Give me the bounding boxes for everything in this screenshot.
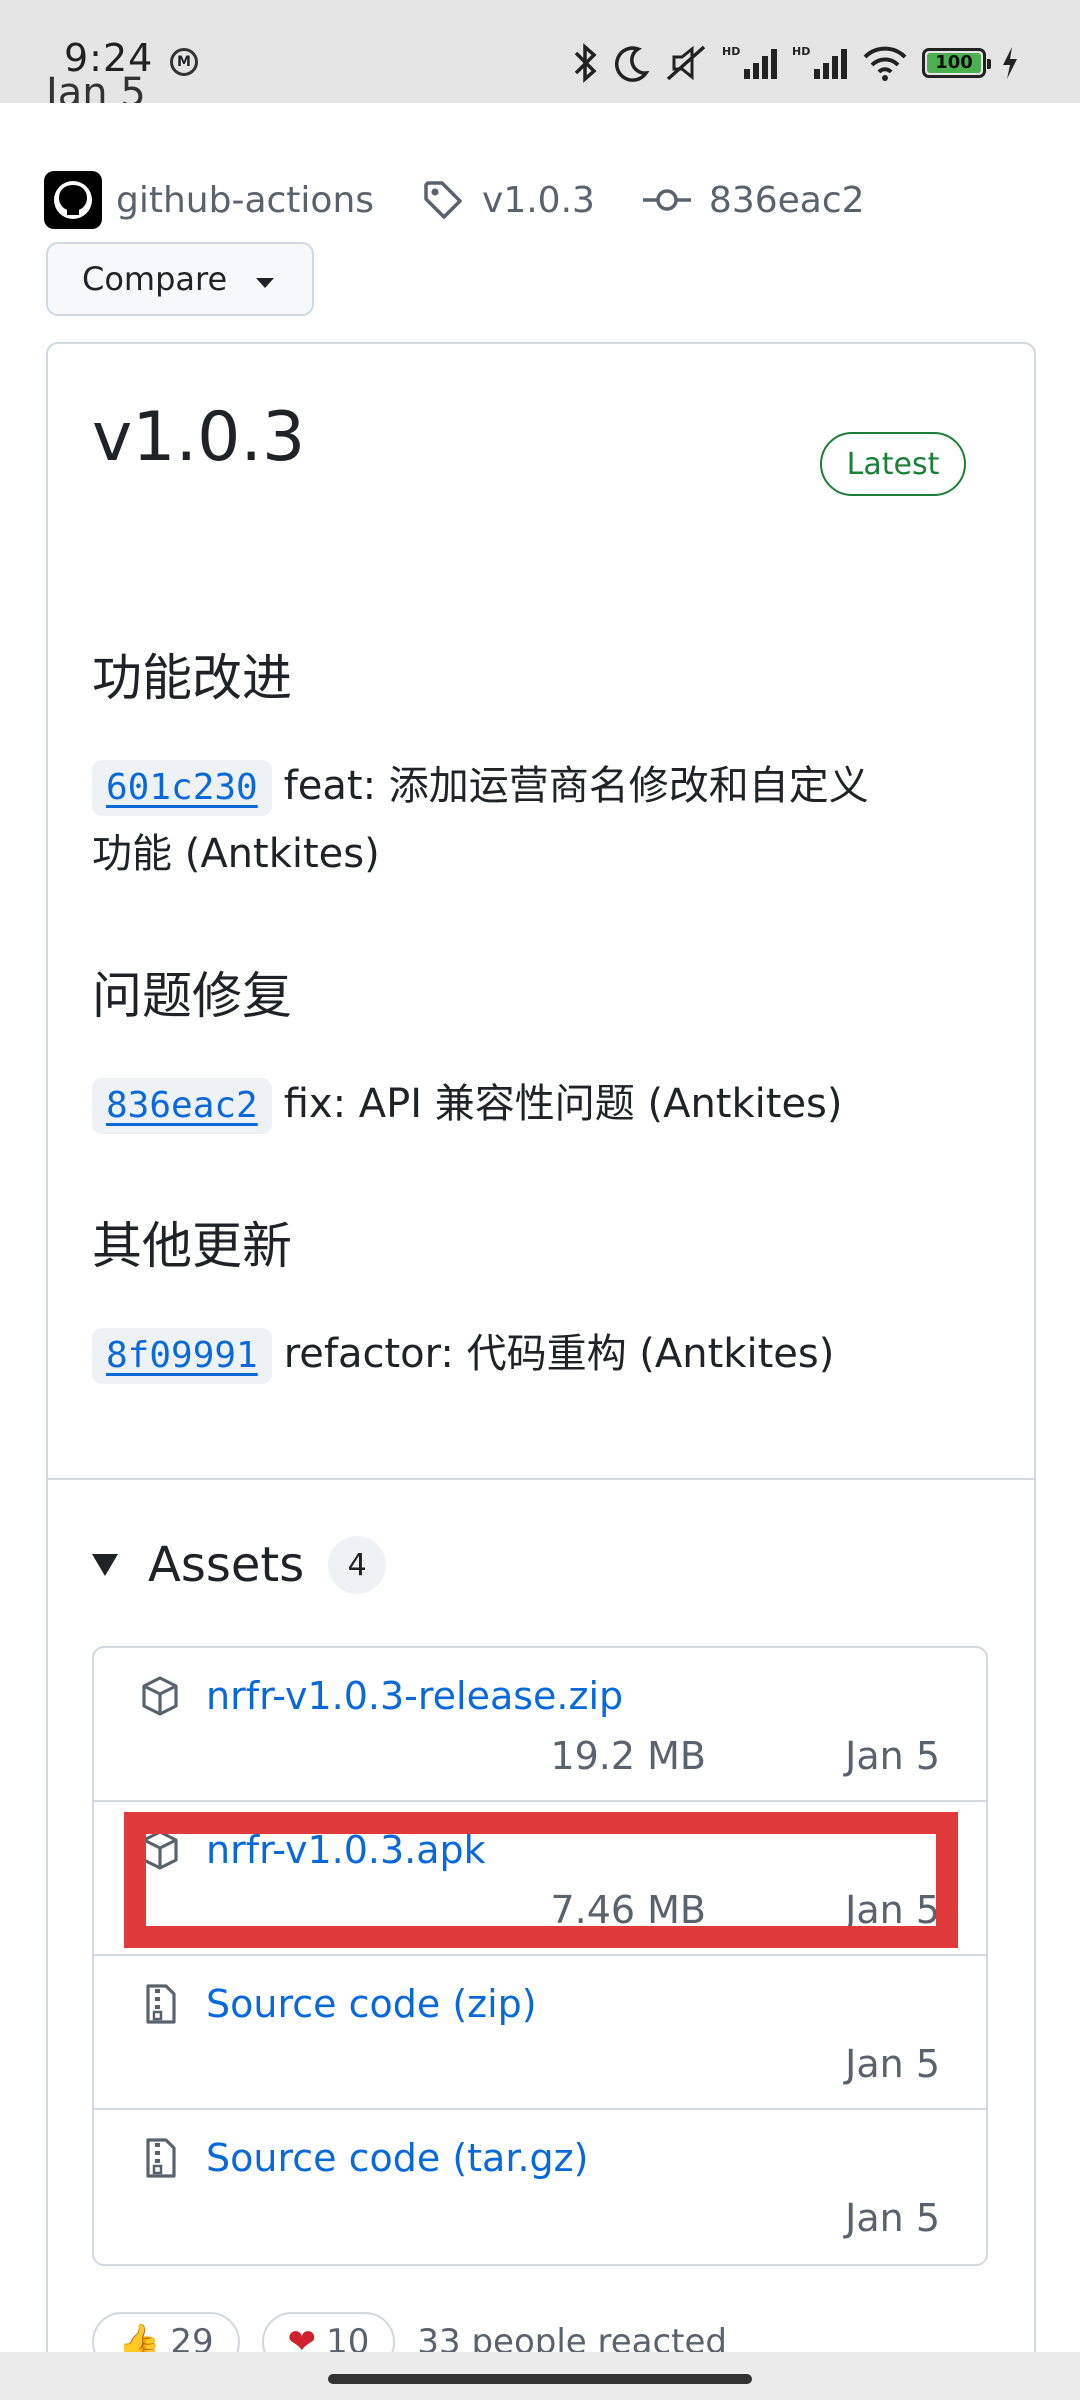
chevron-down-icon: [256, 278, 274, 288]
section-heading-fixes: 问题修复: [92, 967, 292, 1025]
status-icons: HD HD 100: [570, 38, 1020, 88]
tag-link[interactable]: v1.0.3: [482, 180, 595, 221]
commit-sha-link[interactable]: 8f09991: [92, 1328, 272, 1384]
release-date: Jan 5: [46, 70, 146, 103]
assets-heading: Assets: [148, 1537, 305, 1593]
svg-text:HD: HD: [792, 45, 810, 58]
release-meta: github-actions v1.0.3 836eac2: [44, 170, 865, 230]
file-zip-icon: [138, 1982, 182, 2030]
card-divider: [48, 1478, 1034, 1480]
assets-toggle[interactable]: Assets 4: [92, 1530, 387, 1600]
asset-row: nrfr-v1.0.3-release.zip 19.2 MB Jan 5: [94, 1648, 986, 1802]
bluetooth-icon: [574, 43, 597, 83]
commit-sha-link[interactable]: 601c230: [92, 760, 272, 816]
asset-link[interactable]: nrfr-v1.0.3-release.zip: [206, 1674, 623, 1718]
charging-icon: [1003, 47, 1017, 79]
entry-text: fix: API 兼容性问题 (Antkites): [283, 1081, 843, 1127]
changelog-entry-fixes: 836eac2 fix: API 兼容性问题 (Antkites): [92, 1070, 992, 1138]
commit-icon: [642, 185, 691, 215]
entry-text: refactor: 代码重构 (Antkites): [283, 1331, 835, 1377]
highlight-box: [124, 1812, 958, 1948]
signal-icon: HD: [722, 45, 777, 79]
triangle-down-icon: [92, 1554, 118, 1576]
compare-button[interactable]: Compare: [46, 242, 314, 316]
svg-text:HD: HD: [722, 45, 740, 58]
battery-icon: 100: [922, 48, 991, 78]
package-icon: [138, 1674, 182, 1722]
assets-count-badge: 4: [328, 1536, 387, 1594]
battery-level: 100: [935, 52, 973, 73]
changelog-entry-features: 601c230 feat: 添加运营商名修改和自定义 功能 (Antkites): [92, 752, 992, 888]
changelog-entry-other: 8f09991 refactor: 代码重构 (Antkites): [92, 1320, 992, 1388]
commit-link[interactable]: 836eac2: [709, 180, 865, 221]
asset-date: Jan 5: [845, 2196, 940, 2240]
author-avatar[interactable]: [44, 171, 102, 229]
author-link[interactable]: github-actions: [116, 180, 374, 221]
latest-badge: Latest: [820, 432, 966, 496]
entry-text-cont: 功能 (Antkites): [92, 831, 380, 877]
commit-sha-link[interactable]: 836eac2: [92, 1078, 272, 1134]
moon-icon: [615, 46, 650, 82]
notification-icon: M: [170, 48, 198, 76]
entry-text: feat: 添加运营商名修改和自定义: [283, 763, 869, 809]
asset-link[interactable]: Source code (zip): [206, 1982, 537, 2026]
section-heading-features: 功能改进: [92, 649, 292, 707]
asset-row: Source code (zip) Jan 5: [94, 1956, 986, 2110]
tag-icon: [422, 179, 464, 221]
asset-date: Jan 5: [845, 1734, 940, 1778]
section-heading-other: 其他更新: [92, 1217, 292, 1275]
home-gesture-handle[interactable]: [328, 2374, 752, 2384]
asset-date: Jan 5: [845, 2042, 940, 2086]
signal-2-icon: HD: [792, 45, 847, 79]
mute-icon: [666, 45, 706, 81]
status-bar: 9:24 M HD HD 100: [0, 0, 1080, 103]
asset-row: Source code (tar.gz) Jan 5: [94, 2110, 986, 2264]
asset-link[interactable]: Source code (tar.gz): [206, 2136, 588, 2180]
asset-size: 19.2 MB: [550, 1734, 706, 1778]
wifi-icon: [863, 46, 907, 81]
compare-label: Compare: [82, 260, 228, 298]
file-zip-icon: [138, 2136, 182, 2184]
github-icon: [54, 181, 92, 219]
release-title[interactable]: v1.0.3: [92, 398, 305, 477]
